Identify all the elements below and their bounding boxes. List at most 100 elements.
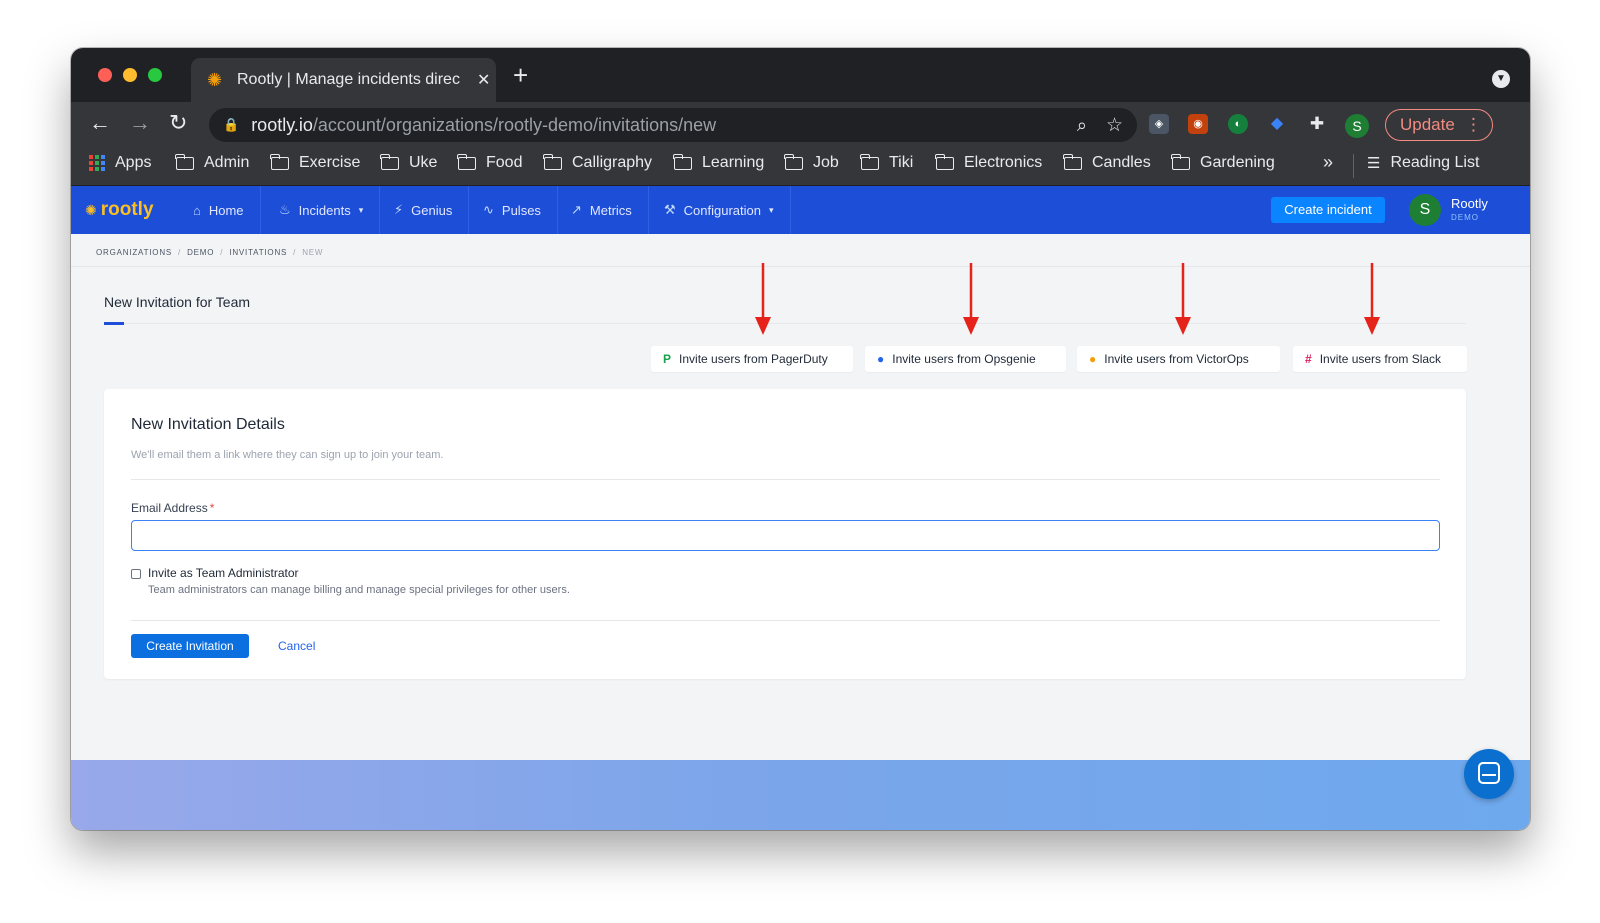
rootly-logo[interactable]: ✺ rootly [85,199,154,221]
extension-icon[interactable]: ◉ [1188,114,1208,134]
rootly-logo-icon: ✺ [85,201,97,218]
bookmark-folder[interactable]: Uke [380,153,437,172]
bookmark-folder[interactable]: Electronics [935,153,1042,172]
divider [131,620,1440,621]
bookmark-label: Tiki [889,154,914,171]
pulse-icon: ∿ [483,202,494,217]
reading-list-button[interactable]: ☰ Reading List [1367,154,1479,172]
update-button[interactable]: Update ⋮ [1385,109,1493,141]
tab-title: Rootly | Manage incidents direc [237,71,460,88]
user-name[interactable]: Rootly [1451,196,1488,211]
divider [71,266,1530,267]
active-tab-indicator [104,322,124,325]
breadcrumb-demo[interactable]: DEMO [187,248,214,257]
bookmark-folder[interactable]: Job [784,153,839,172]
nav-pulses[interactable]: ∿ Pulses [467,186,558,234]
invitation-form-card: New Invitation Details We'll email them … [104,389,1466,679]
folder-icon [270,153,289,170]
extension-icon[interactable]: ◐ [1228,114,1248,134]
chat-launcher-button[interactable] [1464,749,1514,799]
breadcrumb: ORGANIZATIONS / DEMO / INVITATIONS / NEW [96,248,329,257]
tab-close-icon[interactable]: ✕ [477,70,490,90]
bookmark-folder[interactable]: Gardening [1171,153,1275,172]
bookmark-star-icon[interactable]: ☆ [1106,114,1123,137]
maximize-window-button[interactable] [148,68,162,82]
cancel-link[interactable]: Cancel [278,639,315,653]
divider [104,323,1466,324]
close-window-button[interactable] [98,68,112,82]
nav-configuration[interactable]: ⚒ Configuration ▾ [648,186,791,234]
email-field[interactable] [131,520,1440,551]
pagerduty-icon: P [663,352,672,366]
extension-icon[interactable]: ◆ [1267,114,1287,134]
chat-icon [1478,762,1500,784]
create-incident-button[interactable]: Create incident [1271,197,1385,223]
extensions-puzzle-icon[interactable]: ✚ [1307,114,1327,134]
bolt-icon: ⚡ [394,202,404,217]
browser-tab[interactable]: ✺ Rootly | Manage incidents direc ✕ [191,58,496,102]
bookmark-folder[interactable]: Exercise [270,153,361,172]
bookmark-label: Admin [204,154,250,171]
invite-from-opsgenie-button[interactable]: ● Invite users from Opsgenie [865,346,1066,372]
folder-icon [935,153,954,170]
team-admin-checkbox[interactable] [131,569,141,579]
annotation-arrow [1364,263,1380,335]
flame-icon: ♨ [279,202,291,217]
folder-icon [543,153,562,170]
email-label: Email Address * [131,501,214,515]
card-title: New Invitation Details [131,416,285,433]
zoom-icon[interactable]: ⌕ [1077,115,1087,136]
folder-icon [784,153,803,170]
folder-icon [673,153,692,170]
page-title[interactable]: New Invitation for Team [104,294,250,310]
button-label: Invite users from PagerDuty [679,352,828,366]
team-admin-label[interactable]: Invite as Team Administrator [148,566,299,580]
bookmark-label: Job [813,154,839,171]
tab-search-icon[interactable]: ▼ [1492,70,1510,88]
minimize-window-button[interactable] [123,68,137,82]
bookmark-folder[interactable]: Learning [673,153,765,172]
bookmark-label: Exercise [299,154,361,171]
invite-from-pagerduty-button[interactable]: P Invite users from PagerDuty [651,346,853,372]
ublock-extension-icon[interactable]: ◈ [1149,114,1169,134]
nav-genius[interactable]: ⚡ Genius [378,186,470,234]
address-bar[interactable]: 🔒 rootly.io/account/organizations/rootly… [209,108,1137,142]
bookmark-label: Food [486,154,523,171]
button-label: Invite users from VictorOps [1104,352,1249,366]
nav-metrics[interactable]: ↗ Metrics [555,186,649,234]
bookmark-label: Apps [115,154,152,171]
bookmark-label: Learning [702,154,765,171]
page-content: ORGANIZATIONS / DEMO / INVITATIONS / NEW Ne… [71,234,1530,760]
logo-text: rootly [100,199,154,220]
folder-icon [1063,153,1082,170]
back-icon[interactable]: ← [89,111,111,135]
nav-home[interactable]: ⌂ Home [177,186,261,234]
bookmark-apps[interactable]: Apps [89,154,151,172]
app-navbar: ✺ rootly ⌂ Home ♨ Incidents ▾ ⚡ Genius ∿ Puls… [71,186,1530,234]
more-vertical-icon[interactable]: ⋮ [1465,110,1482,140]
bookmarks-bar: Apps Admin Exercise Uke Food Calligraphy… [71,146,1530,186]
footer-gradient [71,760,1530,830]
forward-icon[interactable]: → [129,111,151,135]
reload-icon[interactable]: ↻ [169,111,187,135]
url-path: /account/organizations/rootly-demo/invit… [312,114,717,135]
bookmark-folder[interactable]: Calligraphy [543,153,652,172]
more-bookmarks-chevron-icon[interactable]: » [1323,152,1333,173]
chrome-profile-avatar[interactable]: S [1345,114,1369,138]
create-invitation-button[interactable]: Create Invitation [131,634,249,658]
bookmark-folder[interactable]: Tiki [860,153,914,172]
button-label: Invite users from Slack [1319,352,1442,366]
invite-from-victorops-button[interactable]: ● Invite users from VictorOps [1077,346,1280,372]
nav-incidents[interactable]: ♨ Incidents ▾ [263,186,381,234]
bookmark-folder[interactable]: Food [457,153,523,172]
invite-from-slack-button[interactable]: # Invite users from Slack [1293,346,1467,372]
bookmark-folder[interactable]: Admin [175,153,250,172]
nav-label: Genius [411,202,453,218]
bookmark-folder[interactable]: Candles [1063,153,1151,172]
user-avatar[interactable]: S [1409,194,1441,226]
chevron-down-icon: ▾ [358,204,364,215]
annotation-arrow [963,263,979,335]
breadcrumb-organizations[interactable]: ORGANIZATIONS [96,248,172,257]
breadcrumb-invitations[interactable]: INVITATIONS [229,248,287,257]
new-tab-icon[interactable]: + [513,60,528,91]
